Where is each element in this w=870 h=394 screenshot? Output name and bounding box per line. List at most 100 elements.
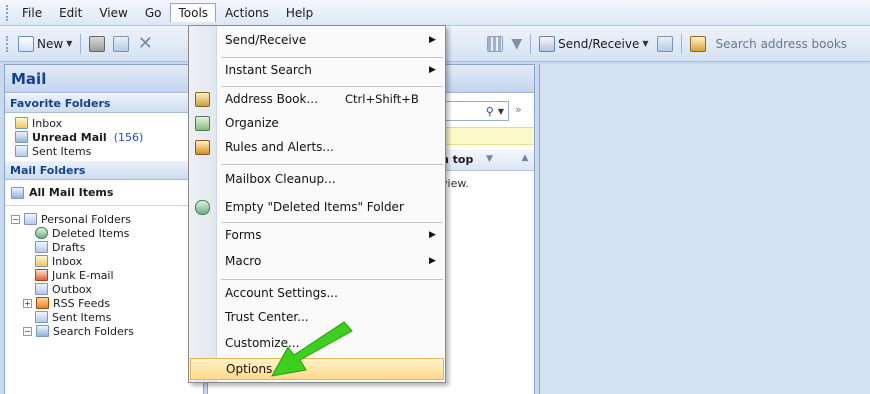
flag-icon: ▼	[511, 35, 523, 52]
send-receive-icon	[539, 35, 556, 52]
chevron-down-icon[interactable]: ▼	[498, 107, 504, 116]
tree-drafts[interactable]: Drafts	[5, 240, 203, 254]
menu-grip	[6, 4, 9, 21]
tree-deleted-items[interactable]: Deleted Items	[5, 226, 203, 240]
tree-label: Deleted Items	[52, 226, 130, 240]
tree-inbox[interactable]: Inbox	[5, 254, 203, 268]
menu-file[interactable]: File	[14, 3, 50, 23]
tree-sent-items[interactable]: Sent Items	[5, 310, 203, 324]
new-button[interactable]: New ▼	[14, 34, 76, 54]
tree-search-folders[interactable]: − Search Folders	[5, 324, 203, 338]
menu-item-label: Macro	[225, 254, 262, 268]
tree-junk-email[interactable]: Junk E-mail	[5, 268, 203, 282]
toolbar-separator	[80, 33, 82, 54]
menu-tools[interactable]: Tools	[170, 3, 217, 22]
tree-rss-feeds[interactable]: + RSS Feeds	[5, 296, 203, 310]
menu-item-label: Mailbox Cleanup...	[225, 172, 336, 186]
address-book-button[interactable]	[686, 34, 710, 54]
send-receive-label: Send/Receive	[558, 36, 640, 51]
address-book-icon	[195, 92, 210, 107]
favorite-label: Sent Items	[32, 144, 92, 158]
move-to-folder-icon	[113, 35, 130, 52]
menu-item-mailbox-cleanup[interactable]: Mailbox Cleanup...	[189, 169, 445, 191]
mail-folders-header[interactable]: Mail Folders	[5, 160, 203, 180]
submenu-arrow-icon: ▶	[429, 35, 436, 45]
delete-icon: ✕	[137, 32, 153, 54]
delete-button[interactable]: ✕	[133, 34, 157, 54]
tree-outbox[interactable]: Outbox	[5, 282, 203, 296]
chevron-down-icon: ▼	[642, 39, 649, 48]
tree-personal-folders[interactable]: − Personal Folders	[5, 212, 203, 226]
move-button[interactable]	[109, 34, 133, 54]
menu-item-instant-search[interactable]: Instant Search ▶	[189, 60, 445, 82]
menu-item-account-settings[interactable]: Account Settings...	[189, 283, 445, 305]
green-pointer-arrow-icon	[271, 321, 353, 377]
search-icon: ⚲	[485, 104, 494, 118]
scroll-up-icon[interactable]: ▲	[516, 149, 534, 171]
menu-item-macro[interactable]: Macro ▶	[189, 251, 445, 273]
favorite-unread-mail[interactable]: Unread Mail (156)	[5, 130, 203, 144]
menu-item-send-receive[interactable]: Send/Receive ▶	[189, 30, 445, 52]
expand-query-icon[interactable]: »	[515, 103, 522, 116]
all-mail-items-label: All Mail Items	[29, 186, 114, 199]
menu-item-address-book[interactable]: Address Book... Ctrl+Shift+B	[189, 89, 445, 111]
search-folders-icon	[36, 325, 49, 337]
send-receive-button[interactable]: Send/Receive ▼	[535, 34, 652, 54]
all-mail-items[interactable]: All Mail Items	[5, 180, 203, 206]
outbox-icon	[35, 283, 48, 295]
categorize-button[interactable]	[483, 34, 507, 54]
junk-email-icon	[35, 269, 48, 281]
tree-label: Search Folders	[53, 324, 135, 338]
organize-icon	[195, 116, 210, 131]
menu-edit[interactable]: Edit	[51, 3, 90, 23]
find-button[interactable]	[653, 34, 677, 54]
menu-actions[interactable]: Actions	[217, 3, 277, 23]
toolbar-separator	[530, 33, 532, 54]
menu-item-empty-deleted-items[interactable]: Empty "Deleted Items" Folder	[189, 197, 445, 219]
favorite-folders-list: Inbox Unread Mail (156) Sent Items	[5, 113, 203, 160]
sent-items-icon	[35, 311, 48, 323]
print-button[interactable]	[85, 34, 109, 54]
menu-item-label: Account Settings...	[225, 286, 338, 300]
menu-go[interactable]: Go	[137, 3, 170, 23]
find-icon	[656, 35, 673, 52]
menu-item-label: Address Book...	[225, 92, 318, 106]
deleted-items-icon	[35, 227, 48, 239]
favorite-label: Unread Mail	[32, 130, 107, 144]
menu-item-forms[interactable]: Forms ▶	[189, 225, 445, 247]
search-address-books-input[interactable]: Search address books	[716, 37, 848, 51]
menu-separator	[221, 279, 443, 280]
menu-separator	[221, 86, 443, 87]
expand-icon[interactable]: +	[23, 298, 32, 308]
collapse-icon[interactable]: −	[23, 326, 32, 336]
inbox-icon	[35, 255, 48, 267]
menu-item-organize[interactable]: Organize	[189, 113, 445, 135]
new-mail-icon	[18, 35, 34, 52]
tree-label: Outbox	[52, 282, 92, 296]
favorite-sent-items[interactable]: Sent Items	[5, 144, 203, 158]
menu-view[interactable]: View	[91, 3, 135, 23]
collapse-icon[interactable]: −	[11, 214, 20, 224]
menu-item-label: Instant Search	[225, 63, 312, 77]
menu-item-rules-and-alerts[interactable]: Rules and Alerts...	[189, 137, 445, 159]
nav-title: Mail	[5, 65, 203, 93]
submenu-arrow-icon: ▶	[429, 230, 436, 240]
follow-up-button[interactable]: ▼	[507, 34, 526, 54]
instant-search-box[interactable]: ⚲ ▼	[445, 101, 509, 121]
menu-help[interactable]: Help	[278, 3, 321, 23]
menu-item-shortcut: Ctrl+Shift+B	[345, 92, 419, 106]
tree-label: Personal Folders	[41, 212, 131, 226]
favorite-inbox[interactable]: Inbox	[5, 116, 203, 130]
toolbar-grip	[6, 35, 9, 52]
rules-icon	[195, 140, 210, 155]
sort-down-icon[interactable]: ▼	[486, 154, 493, 164]
address-book-icon	[689, 35, 706, 52]
drafts-icon	[35, 241, 48, 253]
menu-separator	[221, 57, 443, 58]
toolbar-separator	[680, 33, 682, 54]
all-mail-icon	[11, 186, 24, 199]
chevron-down-icon: ▼	[66, 39, 73, 48]
menu-separator	[221, 164, 443, 165]
favorite-folders-header[interactable]: Favorite Folders	[5, 93, 203, 113]
unread-count: (156)	[113, 130, 144, 144]
